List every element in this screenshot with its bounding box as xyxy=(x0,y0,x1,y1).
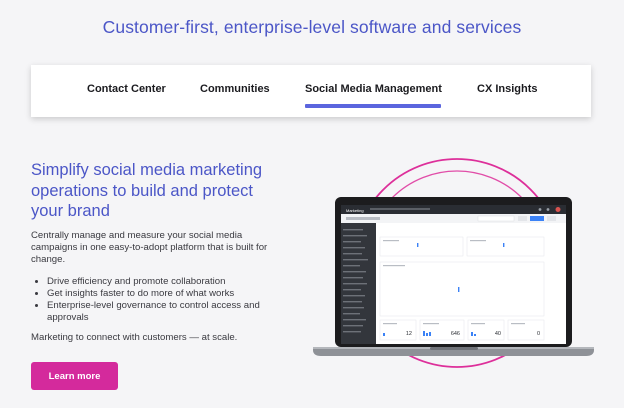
metric-bar xyxy=(429,332,431,336)
metric-value: 12 xyxy=(406,331,412,337)
tab-contact-center[interactable]: Contact Center xyxy=(87,83,166,95)
feature-copy: Simplify social media marketing operatio… xyxy=(31,160,301,325)
primary-action-button[interactable] xyxy=(530,216,544,221)
section-headline: Customer-first, enterprise-level softwar… xyxy=(102,17,522,37)
bullet-item: Get insights faster to do more of what w… xyxy=(47,288,301,300)
sidebar-item[interactable] xyxy=(343,265,360,267)
metric-bar xyxy=(471,332,473,336)
sidebar-item[interactable] xyxy=(343,301,362,303)
laptop-notch xyxy=(430,347,478,350)
sidebar-item[interactable] xyxy=(343,325,363,327)
panel-chart-mark xyxy=(458,287,460,292)
card-sparkline xyxy=(417,243,419,247)
bullet-item: Enterprise-level governance to control a… xyxy=(47,300,301,312)
panel-title xyxy=(383,265,405,267)
tab-cx-insights[interactable]: CX Insights xyxy=(477,83,538,95)
active-tab-indicator xyxy=(305,104,441,108)
app-title: Marketing xyxy=(346,208,364,213)
toolbar-button[interactable] xyxy=(547,216,556,221)
card-sparkline xyxy=(503,243,505,247)
dashboard-main-panel xyxy=(379,261,545,317)
app-nav-links xyxy=(370,208,430,210)
sidebar-item[interactable] xyxy=(343,319,366,321)
sidebar-item[interactable] xyxy=(343,259,368,261)
sidebar-item[interactable] xyxy=(343,241,361,243)
dashboard-card xyxy=(379,236,464,257)
sidebar-item[interactable] xyxy=(343,235,367,237)
description-line: campaigns in one easy-to-adopt platform … xyxy=(31,241,268,253)
bullet-item: Drive efficiency and promote collaborati… xyxy=(47,276,301,288)
feature-subhead: Simplify social media marketing operatio… xyxy=(31,160,301,222)
description-line: Centrally manage and measure your social… xyxy=(31,229,243,241)
sidebar-item[interactable] xyxy=(343,229,363,231)
dashboard-card xyxy=(466,236,545,257)
sidebar-item[interactable] xyxy=(343,277,363,279)
sidebar-item[interactable] xyxy=(343,313,360,315)
metric-bar xyxy=(426,333,428,336)
metric-value: 40 xyxy=(495,331,501,337)
product-tab-bar: Contact Center Communities Social Media … xyxy=(31,65,591,117)
card-title xyxy=(383,240,399,242)
metric-value: 646 xyxy=(451,331,460,337)
bullet-item: approvals xyxy=(47,312,89,324)
subhead-line: your brand xyxy=(31,202,110,220)
tab-social-media-management[interactable]: Social Media Management xyxy=(305,83,442,95)
metric-label xyxy=(471,323,485,325)
metric-cards: 12 646 40 0 xyxy=(379,319,545,341)
sidebar-item[interactable] xyxy=(343,307,364,309)
subhead-line: operations to build and protect xyxy=(31,181,253,200)
account-selector[interactable] xyxy=(346,217,380,220)
metric-label xyxy=(511,323,525,325)
sidebar-item[interactable] xyxy=(343,331,361,333)
metric-bar xyxy=(383,333,385,336)
metric-label xyxy=(423,323,439,325)
feature-description: Centrally manage and measure your social… xyxy=(31,230,301,267)
feature-tagline: Marketing to connect with customers — at… xyxy=(31,332,238,343)
sidebar-item[interactable] xyxy=(343,271,366,273)
tab-communities[interactable]: Communities xyxy=(200,83,270,95)
card-title xyxy=(470,240,486,242)
sidebar-item[interactable] xyxy=(343,247,365,249)
learn-more-button[interactable]: Learn more xyxy=(31,362,118,390)
sidebar-item[interactable] xyxy=(343,289,361,291)
sidebar-item[interactable] xyxy=(343,283,367,285)
subhead-line: Simplify social media marketing xyxy=(31,161,263,179)
metric-value: 0 xyxy=(537,331,540,337)
avatar[interactable] xyxy=(555,207,561,212)
description-line: change. xyxy=(31,254,66,266)
metric-bar xyxy=(423,331,425,336)
notification-icon[interactable] xyxy=(538,208,542,211)
settings-icon[interactable] xyxy=(546,208,550,211)
sidebar-item[interactable] xyxy=(343,253,362,255)
feature-bullets: Drive efficiency and promote collaborati… xyxy=(31,276,301,325)
toolbar-button[interactable] xyxy=(518,216,527,221)
search-input[interactable] xyxy=(477,215,515,222)
metric-label xyxy=(383,323,397,325)
metric-bar xyxy=(474,334,476,336)
sidebar-item[interactable] xyxy=(343,295,365,297)
